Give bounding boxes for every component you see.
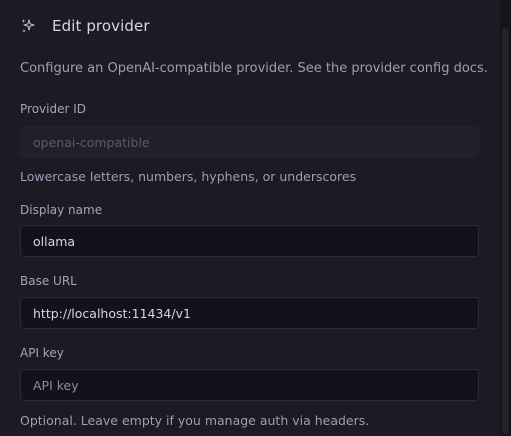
dialog-description: Configure an OpenAI-compatible provider.… xyxy=(20,61,488,76)
api-key-input[interactable] xyxy=(20,369,479,401)
provider-id-input xyxy=(20,126,479,158)
edit-provider-dialog: Edit provider Configure an OpenAI-compat… xyxy=(0,0,500,436)
display-name-input[interactable] xyxy=(20,225,479,257)
scrollbar-thumb[interactable] xyxy=(502,28,509,434)
provider-id-label: Provider ID xyxy=(20,102,86,116)
dialog-title: Edit provider xyxy=(52,17,150,35)
dialog-header: Edit provider xyxy=(20,14,150,38)
sparkles-icon xyxy=(20,18,36,34)
api-key-label: API key xyxy=(20,346,64,360)
display-name-label: Display name xyxy=(20,203,103,217)
api-key-help: Optional. Leave empty if you manage auth… xyxy=(20,413,370,428)
provider-id-help: Lowercase letters, numbers, hyphens, or … xyxy=(20,169,357,184)
base-url-input[interactable] xyxy=(20,297,479,329)
base-url-label: Base URL xyxy=(20,274,77,288)
